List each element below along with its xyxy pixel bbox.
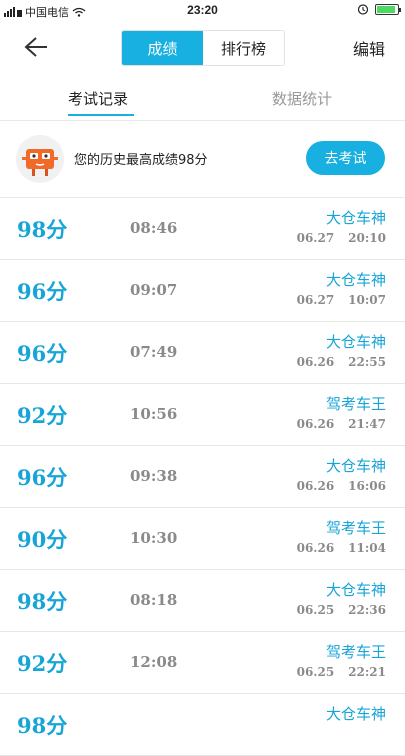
record-row[interactable]: 96分 09:07 大仓车神 06.27 10:07 xyxy=(0,260,405,322)
record-row[interactable]: 96分 07:49 大仓车神 06.26 22:55 xyxy=(0,322,405,384)
record-duration: 10:30 xyxy=(130,529,178,547)
record-datetime: 06.27 20:10 xyxy=(297,231,386,245)
record-tag: 驾考车王 xyxy=(325,643,386,661)
record-row[interactable]: 98分 08:46 大仓车神 06.27 20:10 xyxy=(0,198,405,260)
record-score: 96分 xyxy=(17,465,68,490)
tab-underline xyxy=(68,114,134,116)
record-tag: 大仓车神 xyxy=(325,705,386,723)
alarm-icon xyxy=(357,4,369,15)
record-duration: 09:38 xyxy=(130,467,178,485)
record-tag: 大仓车神 xyxy=(325,457,386,475)
tab-bar: 考试记录 数据统计 xyxy=(0,74,405,121)
record-date: 06.26 xyxy=(296,417,335,431)
record-score: 96分 xyxy=(17,279,68,304)
record-row[interactable]: 92分 10:56 驾考车王 06.26 21:47 xyxy=(0,384,405,446)
records-list: 98分 08:46 大仓车神 06.27 20:10 96分 09:07 大仓车… xyxy=(0,198,405,756)
record-date: 06.27 xyxy=(296,293,335,307)
tab-exam-records[interactable]: 考试记录 xyxy=(68,88,128,109)
record-date: 06.27 xyxy=(296,231,335,245)
record-datetime: 06.25 22:21 xyxy=(297,665,386,679)
record-duration: 08:46 xyxy=(130,219,178,237)
record-datetime: 06.26 21:47 xyxy=(297,417,386,431)
record-datetime: 06.26 11:04 xyxy=(297,541,386,555)
nav-bar: 成绩 排行榜 编辑 xyxy=(0,22,405,74)
back-button[interactable] xyxy=(20,32,50,62)
record-row[interactable]: 96分 09:38 大仓车神 06.26 16:06 xyxy=(0,446,405,508)
record-tag: 大仓车神 xyxy=(325,209,386,227)
best-score-text: 您的历史最高成绩98分 xyxy=(74,153,208,168)
record-datetime: 06.26 22:55 xyxy=(297,355,386,369)
record-row[interactable]: 90分 10:30 驾考车王 06.26 11:04 xyxy=(0,508,405,570)
record-score: 98分 xyxy=(17,589,68,614)
record-date: 06.25 xyxy=(296,665,335,679)
record-datetime: 06.25 22:36 xyxy=(297,603,386,617)
record-duration: 08:18 xyxy=(130,591,178,609)
record-duration: 10:56 xyxy=(130,405,178,423)
record-score: 96分 xyxy=(17,341,68,366)
record-time: 11:04 xyxy=(348,541,386,555)
record-time: 22:55 xyxy=(348,355,386,369)
record-tag: 驾考车王 xyxy=(325,519,386,537)
record-score: 98分 xyxy=(17,713,68,738)
record-duration: 07:49 xyxy=(130,343,178,361)
record-score: 98分 xyxy=(17,217,68,242)
record-row[interactable]: 98分 08:18 大仓车神 06.25 22:36 xyxy=(0,570,405,632)
record-score: 92分 xyxy=(17,403,68,428)
back-arrow-icon xyxy=(24,37,47,57)
record-duration: 12:08 xyxy=(130,653,178,671)
record-tag: 大仓车神 xyxy=(325,271,386,289)
record-row[interactable]: 92分 12:08 驾考车王 06.25 22:21 xyxy=(0,632,405,694)
battery-icon xyxy=(375,3,401,15)
status-right xyxy=(357,3,401,15)
status-bar: 中国电信 23:20 xyxy=(0,0,405,22)
record-time: 21:47 xyxy=(348,417,386,431)
record-row[interactable]: 98分 大仓车神 xyxy=(0,694,405,756)
best-score-banner: 您的历史最高成绩98分 去考试 xyxy=(0,121,405,198)
record-date: 06.26 xyxy=(296,541,335,555)
record-time: 20:10 xyxy=(348,231,386,245)
segmented-control: 成绩 排行榜 xyxy=(121,30,285,66)
edit-button[interactable]: 编辑 xyxy=(353,36,385,60)
avatar xyxy=(16,135,64,183)
mascot-icon xyxy=(22,149,58,176)
record-datetime: 06.27 10:07 xyxy=(297,293,386,307)
tab-data-statistics[interactable]: 数据统计 xyxy=(272,88,332,109)
record-date: 06.26 xyxy=(296,355,335,369)
record-time: 10:07 xyxy=(348,293,386,307)
segment-leaderboard[interactable]: 排行榜 xyxy=(203,31,284,65)
record-score: 90分 xyxy=(17,527,68,552)
record-date: 06.26 xyxy=(296,479,335,493)
take-exam-button[interactable]: 去考试 xyxy=(306,141,385,175)
record-tag: 驾考车王 xyxy=(325,395,386,413)
record-duration: 09:07 xyxy=(130,281,178,299)
record-score: 92分 xyxy=(17,651,68,676)
record-time: 22:36 xyxy=(348,603,386,617)
record-tag: 大仓车神 xyxy=(325,581,386,599)
record-date: 06.25 xyxy=(296,603,335,617)
segment-scores[interactable]: 成绩 xyxy=(122,31,203,65)
status-time: 23:20 xyxy=(187,3,218,17)
record-time: 22:21 xyxy=(348,665,386,679)
record-time: 16:06 xyxy=(348,479,386,493)
record-tag: 大仓车神 xyxy=(325,333,386,351)
record-datetime: 06.26 16:06 xyxy=(297,479,386,493)
